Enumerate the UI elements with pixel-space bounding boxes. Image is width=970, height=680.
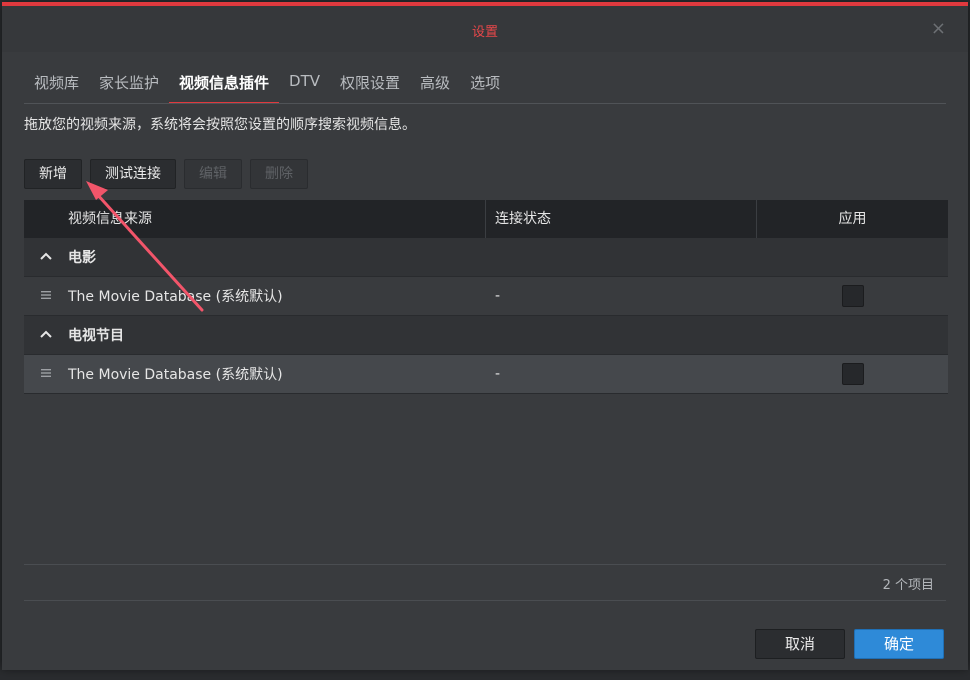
table-row[interactable]: The Movie Database (系统默认) - xyxy=(24,355,948,394)
chevron-up-icon[interactable] xyxy=(24,328,68,343)
item-count: 2 个项目 xyxy=(882,578,934,593)
chevron-up-icon[interactable] xyxy=(24,250,68,265)
drag-handle-icon[interactable] xyxy=(24,366,68,382)
tab-video-info-plugin[interactable]: 视频信息插件 xyxy=(169,64,280,104)
connection-status: - xyxy=(495,288,501,304)
group-label: 电视节目 xyxy=(68,328,124,344)
header-apply[interactable]: 应用 xyxy=(757,200,948,238)
table-header: 视频信息来源 连接状态 应用 xyxy=(24,200,948,238)
tab-options[interactable]: 选项 xyxy=(460,64,510,104)
tab-advanced[interactable]: 高级 xyxy=(410,64,460,104)
dialog-title: 设置 xyxy=(471,25,498,40)
drag-handle-icon[interactable] xyxy=(24,288,68,304)
title-bar: 设置 × xyxy=(2,6,968,52)
header-status[interactable]: 连接状态 xyxy=(486,200,757,238)
table-row[interactable]: The Movie Database (系统默认) - xyxy=(24,277,948,316)
footer-divider xyxy=(24,564,946,565)
group-row-tv-shows[interactable]: 电视节目 xyxy=(24,316,948,355)
tab-parental-control[interactable]: 家长监护 xyxy=(89,64,169,104)
tab-video-library[interactable]: 视频库 xyxy=(24,64,89,104)
cancel-button[interactable]: 取消 xyxy=(755,629,845,659)
settings-dialog: 设置 × 视频库 家长监护 视频信息插件 DTV 权限设置 高级 选项 拖放您的… xyxy=(2,2,968,670)
source-name: The Movie Database (系统默认) xyxy=(68,367,283,383)
add-button[interactable]: 新增 xyxy=(24,159,82,189)
edit-button[interactable]: 编辑 xyxy=(184,159,242,189)
header-source[interactable]: 视频信息来源 xyxy=(24,200,486,238)
tab-permissions[interactable]: 权限设置 xyxy=(330,64,410,104)
tab-divider xyxy=(24,103,946,104)
source-name: The Movie Database (系统默认) xyxy=(68,289,283,305)
test-connection-button[interactable]: 测试连接 xyxy=(90,159,176,189)
toolbar: 新增 测试连接 编辑 删除 xyxy=(24,159,308,189)
ok-button[interactable]: 确定 xyxy=(854,629,944,659)
apply-cell xyxy=(757,285,948,307)
apply-cell xyxy=(757,363,948,385)
delete-button[interactable]: 删除 xyxy=(250,159,308,189)
footer-divider xyxy=(24,600,946,601)
tab-dtv[interactable]: DTV xyxy=(279,64,330,104)
group-label: 电影 xyxy=(68,250,96,266)
source-table: 视频信息来源 连接状态 应用 电影 The Movie Database (系统… xyxy=(24,200,948,394)
connection-status: - xyxy=(495,366,501,382)
dialog-footer: 取消 确定 xyxy=(2,610,968,670)
apply-checkbox[interactable] xyxy=(841,285,864,307)
description-text: 拖放您的视频来源，系统将会按照您设置的顺序搜索视频信息。 xyxy=(24,117,416,133)
close-icon[interactable]: × xyxy=(931,18,946,39)
apply-checkbox[interactable] xyxy=(841,363,864,385)
group-row-movies[interactable]: 电影 xyxy=(24,238,948,277)
tab-bar: 视频库 家长监护 视频信息插件 DTV 权限设置 高级 选项 xyxy=(24,64,510,104)
